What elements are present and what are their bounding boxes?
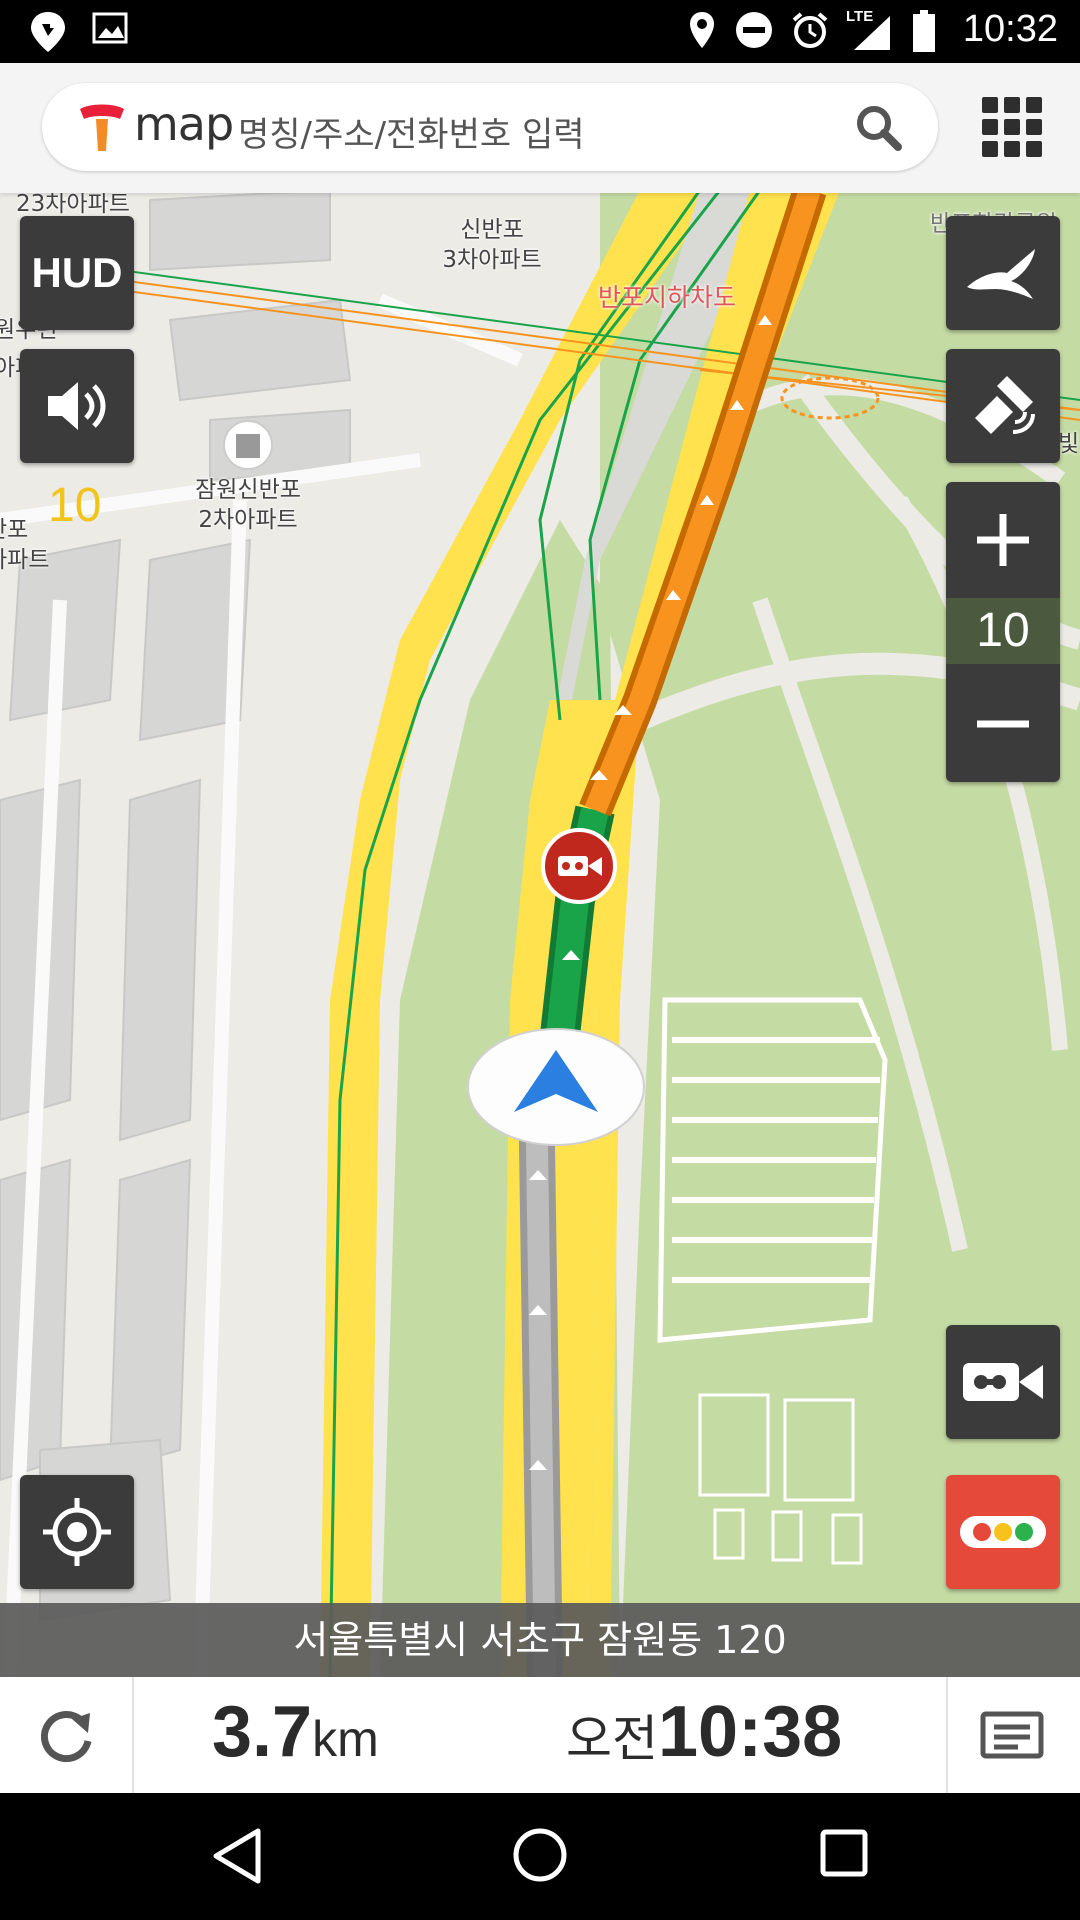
- zoom-control: 10: [946, 482, 1060, 782]
- camera-icon: [963, 1363, 1043, 1401]
- hud-label: HUD: [31, 249, 123, 296]
- route-list-icon[interactable]: [980, 1711, 1044, 1759]
- image-icon: [92, 12, 128, 44]
- map-canvas[interactable]: [0, 63, 1080, 1677]
- distance-unit: km: [312, 1711, 379, 1767]
- search-input[interactable]: map 명칭/주소/전화번호 입력: [42, 83, 938, 171]
- zoom-in-button[interactable]: [946, 484, 1060, 596]
- hud-button[interactable]: HUD: [20, 216, 134, 330]
- bird-view-icon: [967, 249, 1035, 299]
- tmap-logo-icon: [80, 104, 124, 151]
- menu-grid-icon[interactable]: [982, 97, 1042, 157]
- home-icon[interactable]: [512, 1827, 568, 1883]
- reroute-icon[interactable]: [30, 1701, 100, 1771]
- route-info-bar: 3.7km 오전10:38: [0, 1677, 1080, 1793]
- map-label-banpo-underpass: 반포지하차도: [598, 283, 737, 312]
- zoom-out-icon: [977, 720, 1029, 728]
- speed-limit-value: 10: [48, 479, 102, 532]
- current-location-button[interactable]: [20, 1475, 134, 1589]
- divider: [132, 1677, 134, 1793]
- map-label-apt23: 23차아파트: [16, 191, 130, 217]
- eta-ampm: 오전: [566, 1710, 658, 1768]
- distance-value: 3.7: [212, 1692, 313, 1772]
- recents-icon[interactable]: [820, 1829, 868, 1877]
- map-label-jamwon-sinbanpo2: 잠원신반포 2차아파트: [195, 477, 301, 533]
- remaining-distance: 3.7km: [212, 1691, 379, 1773]
- location-icon: [690, 12, 714, 48]
- volume-button[interactable]: [20, 349, 134, 463]
- search-icon[interactable]: [854, 103, 902, 151]
- arrival-time: 오전10:38: [566, 1691, 842, 1773]
- search-placeholder: 명칭/주소/전화번호 입력: [238, 115, 585, 155]
- divider: [946, 1677, 948, 1793]
- volume-icon: [48, 382, 106, 430]
- signal-icon: [854, 16, 890, 50]
- current-location-icon: [43, 1498, 111, 1566]
- map-label-right-partial-2: 빛: [1058, 431, 1080, 457]
- zoom-level: 10: [946, 598, 1060, 664]
- status-bar: LTE 10:32: [0, 0, 1080, 63]
- satellite-button[interactable]: [946, 349, 1060, 463]
- navigation-screen: LTE 10:32 23차아파트 신반포 3차아파트 반포지하차도 잠원신반포 …: [0, 0, 1080, 1920]
- camera-button[interactable]: [946, 1325, 1060, 1439]
- alarm-icon: [792, 12, 828, 48]
- map-view[interactable]: 23차아파트 신반포 3차아파트 반포지하차도 잠원신반포 2차아파트 원우편 …: [0, 63, 1080, 1677]
- do-not-disturb-icon: [736, 12, 772, 48]
- map-label-sinbanpo3: 신반포 3차아파트: [442, 217, 542, 273]
- satellite-icon: [975, 376, 1035, 434]
- back-icon[interactable]: [210, 1827, 264, 1885]
- location-pin-icon: [31, 12, 65, 52]
- bird-view-button[interactable]: [946, 216, 1060, 330]
- traffic-button[interactable]: [946, 1475, 1060, 1589]
- search-header: map 명칭/주소/전화번호 입력: [0, 63, 1080, 193]
- zoom-in-icon: [977, 514, 1029, 566]
- tmap-logo-text: map: [134, 97, 234, 151]
- battery-icon: [913, 10, 935, 52]
- current-address: 서울특별시 서초구 잠원동 120: [0, 1603, 1080, 1677]
- status-clock: 10:32: [962, 8, 1058, 50]
- eta-time: 10:38: [658, 1692, 843, 1772]
- map-label-left-partial-3: 반포 아파트: [0, 517, 50, 573]
- zoom-out-button[interactable]: [946, 668, 1060, 780]
- traffic-light-icon: [960, 1516, 1046, 1548]
- system-nav-bar: [0, 1793, 1080, 1920]
- apartment-marker-icon: [223, 420, 273, 470]
